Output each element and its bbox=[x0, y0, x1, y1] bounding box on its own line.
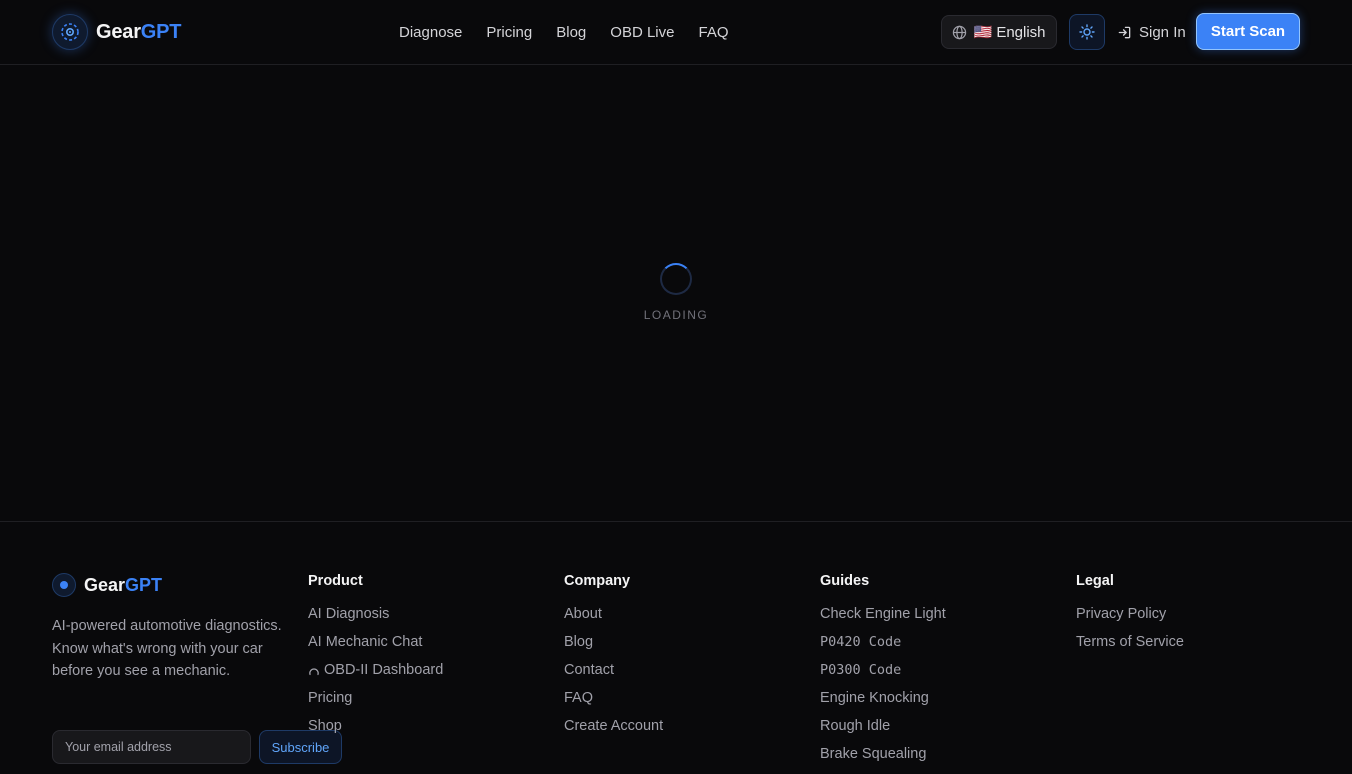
footer-link-brake-squealing[interactable]: Brake Squealing bbox=[820, 746, 946, 774]
footer-link-about[interactable]: About bbox=[564, 606, 663, 634]
site-footer: GearGPT AI-powered automotive diagnostic… bbox=[0, 521, 1352, 764]
nav-obd-live[interactable]: OBD Live bbox=[610, 24, 674, 41]
footer-heading-legal: Legal bbox=[1076, 573, 1114, 589]
gauge-icon bbox=[309, 668, 319, 676]
sun-icon bbox=[1079, 24, 1095, 40]
nav-diagnose[interactable]: Diagnose bbox=[399, 24, 462, 41]
footer-link-engine-knocking[interactable]: Engine Knocking bbox=[820, 690, 946, 718]
site-header: GearGPT Diagnose Pricing Blog OBD Live F… bbox=[0, 0, 1352, 65]
footer-link-rough-idle[interactable]: Rough Idle bbox=[820, 718, 946, 746]
footer-link-terms-of-service[interactable]: Terms of Service bbox=[1076, 634, 1184, 662]
language-selector[interactable]: 🇺🇸 English bbox=[941, 15, 1057, 49]
brand-name: GearGPT bbox=[96, 20, 182, 43]
footer-logo-icon bbox=[52, 573, 76, 597]
footer-column-company: Company About Blog Contact FAQ Create Ac… bbox=[564, 573, 663, 746]
footer-link-p0420-code[interactable]: P0420 Code bbox=[820, 634, 946, 662]
footer-link-create-account[interactable]: Create Account bbox=[564, 718, 663, 746]
brand-logo-link[interactable]: GearGPT bbox=[52, 14, 182, 50]
footer-heading-company: Company bbox=[564, 573, 631, 589]
footer-column-product: Product AI Diagnosis AI Mechanic Chat OB… bbox=[308, 573, 443, 746]
main-nav: Diagnose Pricing Blog OBD Live FAQ bbox=[399, 0, 753, 64]
footer-link-check-engine-light[interactable]: Check Engine Light bbox=[820, 606, 946, 634]
footer-brand[interactable]: GearGPT bbox=[52, 573, 162, 597]
footer-link-pricing[interactable]: Pricing bbox=[308, 690, 443, 718]
sign-in-link[interactable]: Sign In bbox=[1117, 15, 1186, 49]
loading-text: LOADING bbox=[643, 308, 709, 322]
gear-logo-icon bbox=[52, 14, 88, 50]
newsletter-email-input[interactable] bbox=[52, 730, 251, 764]
footer-link-contact[interactable]: Contact bbox=[564, 662, 663, 690]
footer-heading-guides: Guides bbox=[820, 573, 870, 589]
loading-spinner bbox=[660, 263, 692, 295]
footer-link-p0300-code[interactable]: P0300 Code bbox=[820, 662, 946, 690]
footer-link-privacy-policy[interactable]: Privacy Policy bbox=[1076, 606, 1184, 634]
footer-link-obd-dashboard-label: OBD-II Dashboard bbox=[324, 662, 444, 678]
start-scan-button[interactable]: Start Scan bbox=[1196, 13, 1300, 50]
nav-faq[interactable]: FAQ bbox=[698, 24, 728, 41]
footer-link-ai-diagnosis[interactable]: AI Diagnosis bbox=[308, 606, 443, 634]
sign-in-label: Sign In bbox=[1139, 23, 1186, 41]
footer-tagline: AI-powered automotive diagnostics. Know … bbox=[52, 618, 282, 680]
globe-icon bbox=[953, 25, 967, 39]
footer-column-legal: Legal Privacy Policy Terms of Service bbox=[1076, 573, 1184, 662]
footer-link-blog[interactable]: Blog bbox=[564, 634, 663, 662]
nav-blog[interactable]: Blog bbox=[556, 24, 586, 41]
footer-link-shop[interactable]: Shop bbox=[308, 718, 443, 746]
nav-pricing[interactable]: Pricing bbox=[486, 24, 532, 41]
footer-column-guides: Guides Check Engine Light P0420 Code P03… bbox=[820, 573, 946, 774]
sign-in-icon bbox=[1118, 26, 1131, 38]
footer-link-ai-mechanic-chat[interactable]: AI Mechanic Chat bbox=[308, 634, 443, 662]
language-label: 🇺🇸 English bbox=[973, 24, 1046, 41]
footer-brand-name: GearGPT bbox=[84, 574, 163, 595]
footer-link-obd-dashboard[interactable]: OBD-II Dashboard bbox=[308, 662, 443, 690]
footer-link-faq[interactable]: FAQ bbox=[564, 690, 663, 718]
footer-heading-product: Product bbox=[308, 573, 363, 589]
theme-toggle-button[interactable] bbox=[1069, 14, 1105, 50]
